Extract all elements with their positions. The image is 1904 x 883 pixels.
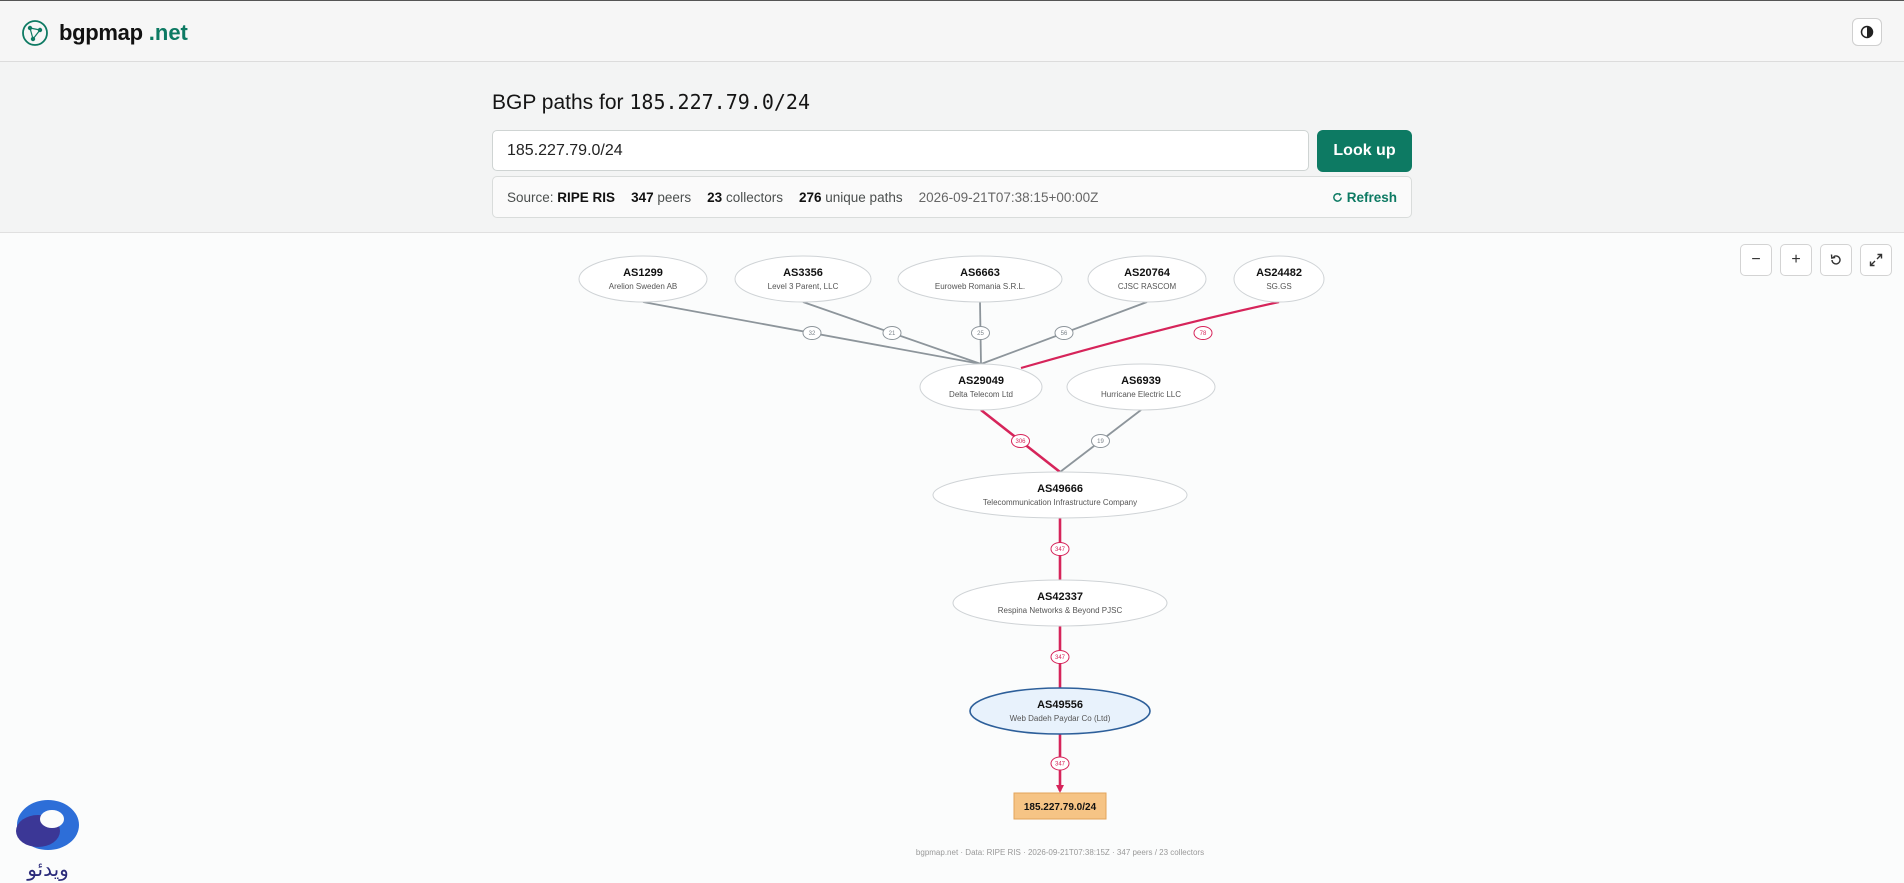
edge-count-label: 78 [1200,331,1207,337]
page-title: BGP paths for 185.227.79.0/24 [492,90,810,115]
refresh-icon [1332,192,1342,202]
path-edge[interactable]: 25 [971,301,990,365]
as-node-name: Web Dadeh Paydar Co (Ltd) [1010,714,1111,723]
page-title-prefix-value: 185.227.79.0/24 [629,90,810,114]
as-node-asn: AS49666 [1037,483,1083,495]
as-node-shape [919,363,1043,411]
peers-info: 347 peers [631,189,692,205]
globe-icon [22,20,48,46]
lookup-button[interactable]: Look up [1317,130,1412,172]
paths-info: 276 unique paths [798,189,903,205]
watermark-logo-icon: ويدئو [16,800,79,881]
edge-count-label: 347 [1055,655,1066,661]
edge-count-label: 19 [1097,439,1104,445]
as-node[interactable]: AS3356 Level 3 Parent, LLC [734,255,872,303]
prefix-node-label: 185.227.79.0/24 [1024,802,1097,813]
theme-toggle-button[interactable] [1852,18,1882,46]
edge-count-label: 25 [977,331,984,337]
as-node-shape [734,255,872,303]
as-node[interactable]: AS6663 Euroweb Romania S.R.L. [897,255,1063,303]
path-edge[interactable]: 19 [1059,409,1142,473]
as-node-asn: AS42337 [1037,591,1083,603]
timestamp: 2026-09-21T07:38:15+00:00Z [918,189,1099,205]
as-node[interactable]: AS20764 CJSC RASCOM [1087,255,1207,303]
logo-name: bgpmap [59,20,143,45]
edge-count-label: 306 [1015,439,1026,445]
source-name: RIPE RIS [557,189,616,205]
as-path-graph[interactable]: 32 21 25 56 78 306 19 347 347 347 AS1299 Arelion Sw… [0,233,1904,843]
collectors-info: 23 collectors [707,189,783,205]
logo-tld: .net [148,20,188,45]
refresh-button[interactable]: Refresh [1332,190,1397,205]
logo[interactable]: bgpmap .net [20,18,188,48]
refresh-label: Refresh [1346,189,1397,205]
as-node-name: Euroweb Romania S.R.L. [935,282,1025,291]
path-edge[interactable]: 21 [802,301,982,365]
as-node-asn: AS3356 [783,267,823,279]
as-node-shape [897,255,1063,303]
origin-as-node[interactable]: AS49556 Web Dadeh Paydar Co (Ltd) [969,687,1151,735]
as-node-name: Delta Telecom Ltd [949,390,1013,399]
page-title-prefix: BGP paths for [492,91,624,114]
as-node-asn: AS29049 [958,375,1004,387]
as-node-shape [969,687,1151,735]
edge-count-label: 347 [1055,762,1066,768]
as-node-name: Arelion Sweden AB [609,282,678,291]
edge-count-label: 32 [809,331,816,337]
as-node-name: Respina Networks & Beyond PJSC [998,606,1123,615]
as-node-shape [932,471,1188,519]
as-node-name: Telecommunication Infrastructure Company [983,498,1137,507]
as-node-name: Level 3 Parent, LLC [768,282,839,291]
path-edge[interactable]: 347 [1050,734,1070,793]
as-node[interactable]: AS49666 Telecommunication Infrastructure … [932,471,1188,519]
path-edge[interactable]: 347 [1050,626,1070,688]
footer: bgpmap.net · Data: RIPE RIS · 2026-09-21… [915,848,1205,857]
as-node-shape [578,255,708,303]
as-node-name: Hurricane Electric LLC [1101,390,1181,399]
as-node-asn: AS24482 [1256,267,1302,279]
as-node-asn: AS1299 [623,267,663,279]
prefix-input[interactable] [492,130,1309,171]
node-layer: AS1299 Arelion Sweden AB AS3356 Level 3 Par… [578,255,1325,820]
as-node[interactable]: AS29049 Delta Telecom Ltd [919,363,1043,411]
as-node-shape [1066,363,1216,411]
svg-text:ويدئو: ويدئو [26,857,69,881]
contrast-icon [1860,25,1874,39]
as-node[interactable]: AS6939 Hurricane Electric LLC [1066,363,1216,411]
as-node-name: CJSC RASCOM [1118,282,1177,291]
path-edge[interactable]: 347 [1050,518,1070,580]
query-panel: BGP paths for 185.227.79.0/24 Look up So… [0,62,1904,233]
as-node-shape [1087,255,1207,303]
as-node-asn: AS49556 [1037,699,1083,711]
top-bar: bgpmap .net [0,0,1904,62]
source-info: Source: RIPE RIS [507,189,616,205]
edge-count-label: 347 [1055,547,1066,553]
path-edge[interactable]: 32 [642,301,982,365]
edge-count-label: 21 [889,331,896,337]
prefix-node[interactable]: 185.227.79.0/24 [1013,792,1107,820]
as-node[interactable]: AS24482 SG.GS [1233,255,1325,303]
as-node-asn: AS20764 [1124,267,1171,279]
watermark: ويدئو [0,800,100,883]
path-edge[interactable]: 306 [980,408,1061,474]
as-node-name: SG.GS [1266,282,1291,291]
as-node-shape [952,579,1168,627]
as-node-shape [1233,255,1325,303]
as-node-asn: AS6939 [1121,375,1161,387]
as-node[interactable]: AS1299 Arelion Sweden AB [578,255,708,303]
edge-count-label: 56 [1061,331,1068,337]
as-node[interactable]: AS42337 Respina Networks & Beyond PJSC [952,579,1168,627]
as-node-asn: AS6663 [960,267,1000,279]
info-bar: Source: RIPE RIS 347 peers 23 collectors… [492,176,1412,218]
